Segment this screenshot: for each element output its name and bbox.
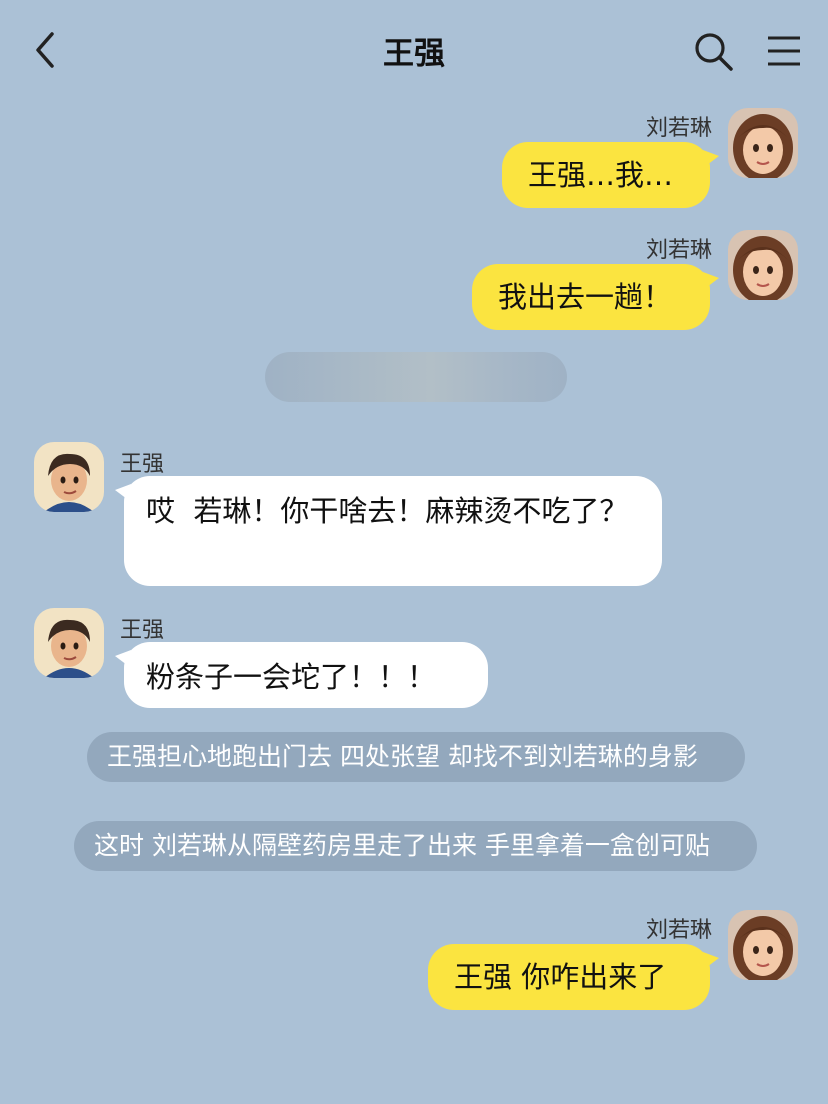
narration-text: 这时 刘若琳从隔壁药房里走了出来 手里拿着一盒创可贴 (74, 821, 757, 871)
message-bubble-received[interactable]: 哎 若琳！你干啥去！麻辣烫不吃了？ (115, 476, 662, 586)
sender-name: 王强 (120, 452, 165, 477)
search-icon[interactable] (692, 30, 734, 72)
boy-avatar-icon (34, 442, 104, 512)
blurred-system-notice (265, 352, 567, 402)
sender-name: 刘若琳 (645, 116, 712, 141)
sender-name: 王强 (120, 618, 165, 643)
avatar-wang-qiang[interactable] (34, 608, 104, 678)
sender-name: 刘若琳 (645, 918, 712, 943)
message-bubble-sent[interactable]: 王强 你咋出来了 (428, 944, 719, 1010)
chat-header: 王强 (0, 0, 828, 100)
message-bubble-received[interactable]: 粉条子一会坨了！！！ (115, 642, 488, 708)
sender-name: 刘若琳 (645, 238, 712, 263)
message-bubble-sent[interactable]: 我出去一趟！ (472, 264, 719, 330)
message-bubble-sent[interactable]: 王强…我… (502, 142, 719, 208)
avatar-liu-ruolin[interactable] (728, 230, 798, 300)
girl-avatar-icon (728, 230, 798, 300)
avatar-liu-ruolin[interactable] (728, 108, 798, 178)
boy-avatar-icon (34, 608, 104, 678)
avatar-wang-qiang[interactable] (34, 442, 104, 512)
girl-avatar-icon (728, 108, 798, 178)
girl-avatar-icon (728, 910, 798, 980)
hamburger-menu-icon[interactable] (764, 32, 804, 70)
narration-text: 王强担心地跑出门去 四处张望 却找不到刘若琳的身影 (87, 732, 745, 782)
avatar-liu-ruolin[interactable] (728, 910, 798, 980)
